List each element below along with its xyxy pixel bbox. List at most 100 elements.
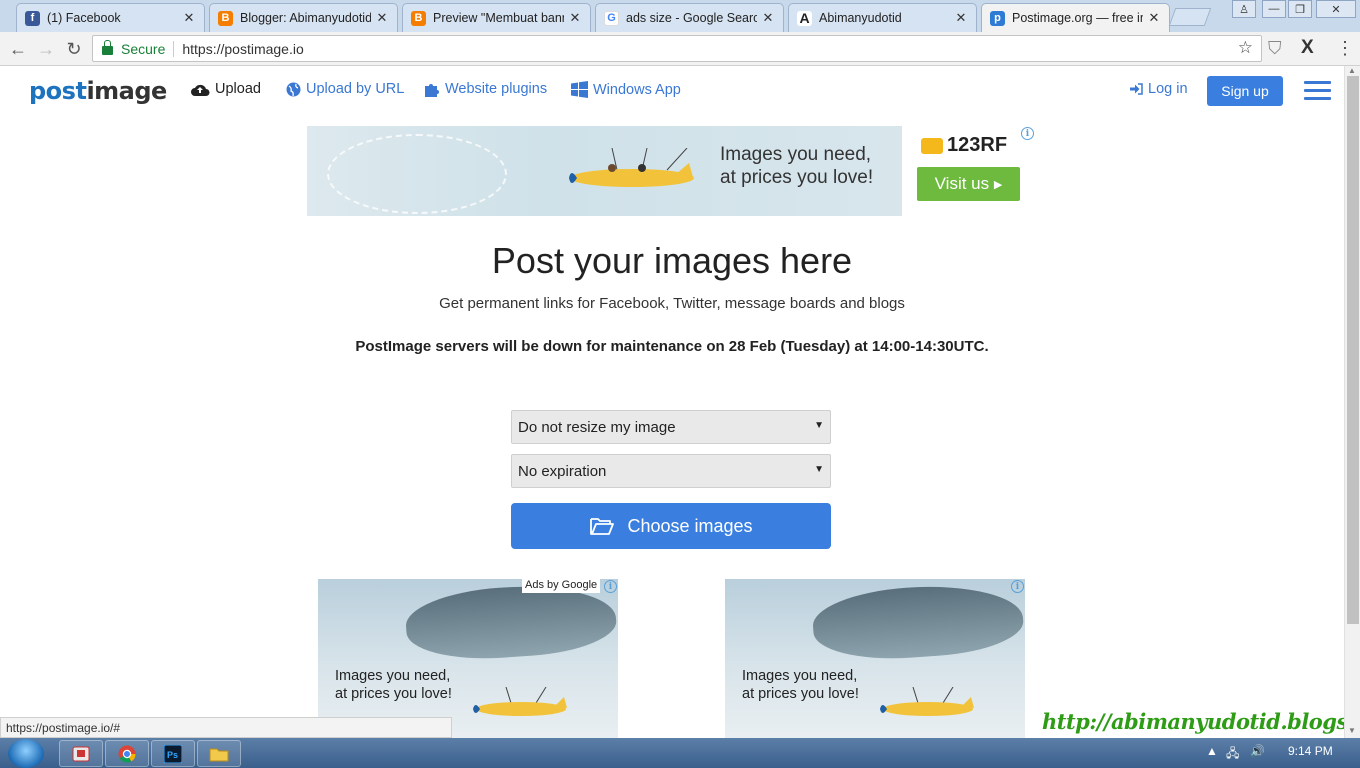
- tray-arrow-icon[interactable]: ▲: [1206, 744, 1218, 758]
- browser-toolbar: ← → ↻ Secure https://postimage.io ☆ ⛉ X …: [0, 32, 1360, 66]
- ad-brand: 123RF: [947, 134, 1008, 156]
- reload-button[interactable]: ↻: [62, 37, 86, 61]
- scroll-up-icon[interactable]: ▲: [1348, 66, 1356, 75]
- blog-watermark: http://abimanyudotid.blogspot.co.id/: [1042, 709, 1360, 734]
- visit-us-button[interactable]: Visit us ▶: [917, 167, 1020, 201]
- page-subtitle: Get permanent links for Facebook, Twitte…: [439, 295, 905, 312]
- site-header: postimage Upload Upload by URL Website p…: [0, 66, 1344, 116]
- close-icon[interactable]: ✕: [761, 10, 775, 26]
- back-button[interactable]: ←: [6, 37, 30, 61]
- nav-login-label: Log in: [1148, 81, 1188, 97]
- nav-windows-app[interactable]: Windows App: [571, 81, 681, 98]
- close-icon[interactable]: ✕: [375, 10, 389, 26]
- logo-part2: image: [86, 77, 167, 105]
- top-ad-banner[interactable]: Images you need, at prices you love! 123…: [307, 126, 1035, 216]
- visit-us-label: Visit us: [934, 174, 990, 193]
- new-tab-button[interactable]: [1168, 8, 1212, 26]
- chrome-taskbar-icon[interactable]: [105, 740, 149, 767]
- nav-upload-by-url[interactable]: Upload by URL: [286, 81, 404, 97]
- blogger-icon: B: [411, 10, 426, 26]
- ad-tagline-line1: Images you need,: [720, 144, 872, 165]
- ad-text-line2: at prices you love!: [742, 686, 859, 702]
- postimage-logo[interactable]: postimage: [29, 77, 167, 105]
- forward-button[interactable]: →: [34, 37, 58, 61]
- sign-in-icon: [1130, 83, 1143, 95]
- start-button[interactable]: [8, 739, 44, 768]
- hamburger-menu-icon[interactable]: [1304, 81, 1331, 101]
- ad-info-icon[interactable]: i: [1011, 580, 1024, 593]
- tab-blogger[interactable]: B Blogger: Abimanyudotid ✕: [209, 3, 398, 32]
- choose-images-button[interactable]: Choose images: [511, 503, 831, 549]
- tab-facebook[interactable]: f (1) Facebook ✕: [16, 3, 205, 32]
- ad-text: Images you need, at prices you love!: [742, 667, 859, 703]
- resize-select-value: Do not resize my image: [518, 418, 676, 436]
- ad-text-line1: Images you need,: [742, 668, 858, 684]
- ad-image: Images you need, at prices you love!: [307, 126, 902, 216]
- close-window-button[interactable]: ✕: [1316, 0, 1356, 18]
- ad-decoration: [327, 134, 507, 214]
- shield-extension-icon[interactable]: ⛉: [1268, 38, 1282, 59]
- tab-strip: f (1) Facebook ✕ B Blogger: Abimanyudoti…: [0, 0, 1360, 32]
- close-icon[interactable]: ✕: [182, 10, 196, 26]
- resize-select[interactable]: Do not resize my image ▼: [511, 410, 831, 444]
- 123rf-logo: 123RF: [921, 134, 1007, 157]
- x-extension-icon[interactable]: X: [1301, 37, 1314, 59]
- lock-icon: [102, 40, 113, 55]
- file-explorer-taskbar-icon[interactable]: [197, 740, 241, 767]
- ad-info-icon[interactable]: i: [1021, 127, 1034, 140]
- photoshop-taskbar-icon[interactable]: Ps: [151, 740, 195, 767]
- windows-icon: [571, 81, 588, 98]
- nav-upload[interactable]: Upload: [190, 81, 261, 97]
- tab-title: Abimanyudotid: [819, 11, 902, 25]
- folder-open-icon: [589, 516, 615, 536]
- nav-website-plugins-label: Website plugins: [445, 81, 548, 97]
- status-bar-url: https://postimage.io/#: [0, 717, 452, 738]
- abimanyu-icon: A: [797, 10, 812, 26]
- expiration-select[interactable]: No expiration ▼: [511, 454, 831, 488]
- taskbar-app-icon[interactable]: [59, 740, 103, 767]
- scroll-thumb[interactable]: [1347, 76, 1359, 624]
- ad-text: Images you need, at prices you love!: [335, 667, 452, 703]
- airplane-icon: [880, 687, 974, 716]
- postimage-icon: p: [990, 10, 1005, 26]
- tab-google-search[interactable]: G ads size - Google Search ✕: [595, 3, 784, 32]
- close-icon[interactable]: ✕: [954, 10, 968, 26]
- puzzle-icon: [424, 81, 440, 97]
- bottom-ad-right[interactable]: i Images you need, at prices you love!: [725, 579, 1025, 739]
- divider: [173, 40, 175, 57]
- ads-by-google-label[interactable]: Ads by Google: [522, 579, 601, 593]
- nav-website-plugins[interactable]: Website plugins: [424, 81, 547, 97]
- address-bar[interactable]: Secure https://postimage.io ☆: [92, 35, 1262, 62]
- close-icon[interactable]: ✕: [568, 10, 582, 26]
- user-profile-icon[interactable]: ♙: [1232, 0, 1256, 18]
- facebook-icon: f: [25, 10, 40, 26]
- ad-tagline: Images you need, at prices you love!: [720, 143, 873, 189]
- tab-abimanyudotid[interactable]: A Abimanyudotid ✕: [788, 3, 977, 32]
- screen: f (1) Facebook ✕ B Blogger: Abimanyudoti…: [0, 0, 1360, 768]
- nav-upload-by-url-label: Upload by URL: [306, 81, 405, 97]
- page-title: Post your images here: [491, 240, 853, 281]
- dropdown-arrow-icon: ▼: [814, 420, 824, 431]
- signup-button[interactable]: Sign up: [1207, 76, 1283, 106]
- clock[interactable]: 9:14 PM: [1288, 744, 1333, 758]
- close-icon[interactable]: ✕: [1147, 10, 1161, 26]
- page-scrollbar[interactable]: ▲ ▼: [1344, 66, 1360, 738]
- bookmark-star-icon[interactable]: ☆: [1238, 38, 1253, 58]
- maximize-button[interactable]: ❐: [1288, 0, 1312, 18]
- nav-upload-label: Upload: [215, 81, 261, 97]
- nav-login[interactable]: Log in: [1130, 81, 1188, 97]
- ad-info-icon[interactable]: i: [604, 580, 617, 593]
- volume-icon[interactable]: 🔊: [1250, 744, 1265, 758]
- maintenance-notice: PostImage servers will be down for maint…: [355, 338, 989, 355]
- minimize-button[interactable]: —: [1262, 0, 1286, 18]
- menu-dots-icon[interactable]: ⋮: [1336, 38, 1354, 59]
- bottom-ad-left[interactable]: Ads by Google i Images you need, at pric…: [318, 579, 618, 739]
- network-icon[interactable]: 🖧: [1226, 744, 1239, 765]
- logo-part1: post: [29, 77, 87, 105]
- airplane-icon: [569, 148, 694, 187]
- svg-text:Ps: Ps: [167, 750, 178, 760]
- scroll-down-icon[interactable]: ▼: [1348, 726, 1356, 735]
- ad-text-line1: Images you need,: [335, 668, 451, 684]
- tab-postimage[interactable]: p Postimage.org — free im ✕: [981, 3, 1170, 32]
- tab-preview[interactable]: B Preview "Membuat bann ✕: [402, 3, 591, 32]
